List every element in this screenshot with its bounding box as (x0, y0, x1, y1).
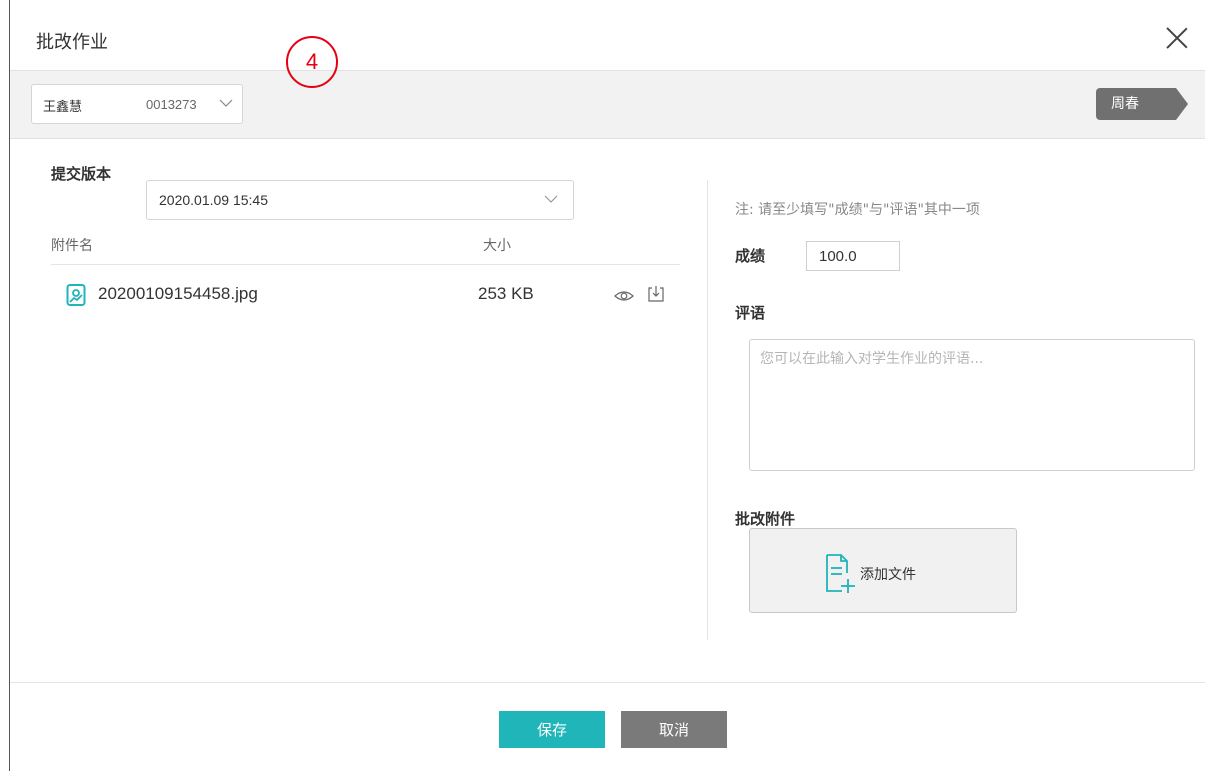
file-name[interactable]: 20200109154458.jpg (98, 284, 258, 304)
comment-label: 评语 (735, 304, 766, 322)
comment-textarea[interactable] (749, 339, 1195, 471)
eye-icon[interactable] (614, 288, 634, 304)
table-header-divider (51, 264, 680, 265)
download-icon[interactable] (647, 285, 665, 303)
close-icon[interactable] (1166, 27, 1188, 49)
add-file-icon (826, 554, 855, 593)
dialog-header: 批改作业 (10, 0, 1205, 71)
chevron-down-icon (219, 99, 233, 107)
footer-divider (10, 682, 1205, 683)
student-id: 0013273 (146, 97, 197, 112)
save-button[interactable]: 保存 (499, 711, 605, 748)
file-size: 253 KB (478, 284, 534, 303)
dialog-title: 批改作业 (36, 32, 108, 53)
score-label: 成绩 (735, 247, 766, 265)
score-input[interactable] (806, 241, 900, 271)
cancel-button[interactable]: 取消 (621, 711, 727, 748)
step-marker: 4 (286, 36, 338, 88)
column-header-name: 附件名 (51, 238, 93, 254)
image-file-icon (66, 284, 86, 306)
grading-note: 注: 请至少填写"成绩"与"评语"其中一项 (735, 202, 980, 218)
student-select[interactable]: 王鑫慧 0013273 (31, 84, 243, 124)
version-select[interactable]: 2020.01.09 15:45 (146, 180, 574, 220)
add-file-label: 添加文件 (860, 567, 916, 583)
panel-divider (707, 180, 708, 640)
window-edge (0, 0, 10, 771)
chevron-down-icon (544, 195, 558, 203)
version-value: 2020.01.09 15:45 (159, 192, 268, 208)
attachment-label: 批改附件 (735, 510, 796, 528)
student-name: 王鑫慧 (43, 100, 83, 115)
version-label: 提交版本 (51, 165, 112, 183)
add-file-button[interactable]: 添加文件 (749, 528, 1017, 613)
student-toolbar: 王鑫慧 0013273 周春 (10, 71, 1205, 139)
grade-homework-dialog: 批改作业 4 王鑫慧 0013273 周春 提交版本 2020.01.09 15… (10, 0, 1205, 771)
column-header-size: 大小 (483, 238, 511, 254)
teacher-tag[interactable]: 周春 (1096, 88, 1188, 120)
